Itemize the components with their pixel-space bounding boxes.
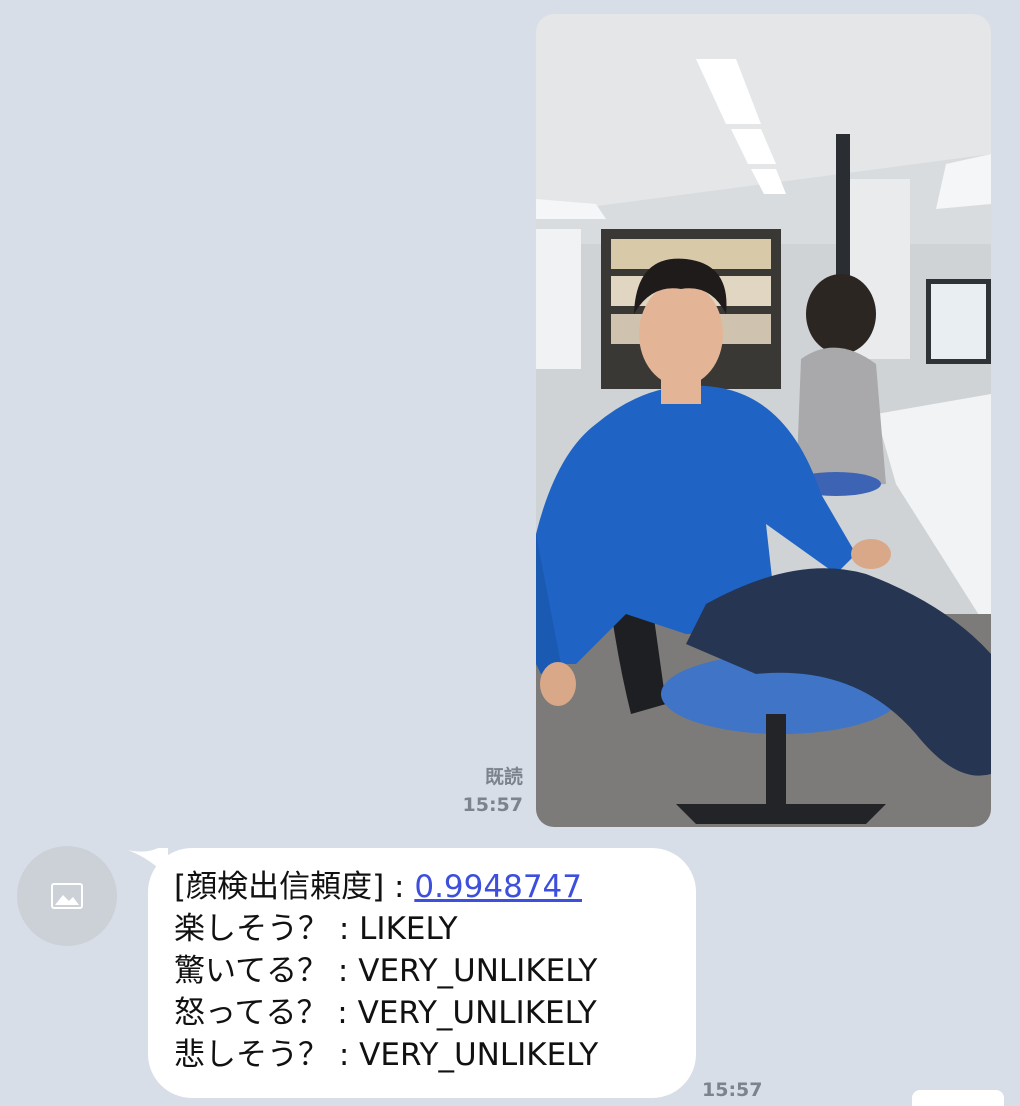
- sender-avatar[interactable]: [17, 846, 117, 946]
- anger-line: 怒ってる？ : VERY_UNLIKELY: [174, 992, 598, 1034]
- sent-photo-message[interactable]: [536, 14, 991, 827]
- outgoing-timestamp: 15:57: [462, 794, 523, 816]
- photo-image: [536, 14, 991, 827]
- incoming-timestamp: 15:57: [702, 1079, 763, 1101]
- outgoing-meta: 既読 15:57: [463, 763, 523, 819]
- chat-view: 既読 15:57 [顔検出信頼度] : 0.9948747 楽しそう？ : LI…: [0, 0, 1020, 1106]
- surprise-line: 驚いてる？ : VERY_UNLIKELY: [174, 950, 598, 992]
- scroll-to-bottom-chip[interactable]: [912, 1090, 1004, 1106]
- face-confidence-line: [顔検出信頼度] : 0.9948747: [174, 866, 598, 908]
- surprise-value: VERY_UNLIKELY: [358, 953, 598, 989]
- joy-label: 楽しそう？ :: [174, 911, 360, 947]
- sorrow-value: VERY_UNLIKELY: [359, 1037, 599, 1073]
- face-confidence-label: [顔検出信頼度] :: [174, 869, 415, 905]
- anger-label: 怒ってる？ :: [174, 995, 358, 1031]
- sorrow-label: 悲しそう？ :: [174, 1037, 360, 1073]
- joy-value: LIKELY: [359, 911, 458, 947]
- read-receipt: 既読: [484, 766, 523, 788]
- sorrow-line: 悲しそう？ : VERY_UNLIKELY: [174, 1034, 598, 1076]
- joy-line: 楽しそう？ : LIKELY: [174, 908, 598, 950]
- image-placeholder-icon: [51, 883, 83, 909]
- face-confidence-link[interactable]: 0.9948747: [414, 869, 582, 905]
- surprise-label: 驚いてる？ :: [174, 953, 359, 989]
- received-message-text: [顔検出信頼度] : 0.9948747 楽しそう？ : LIKELY 驚いてる…: [174, 866, 598, 1076]
- anger-value: VERY_UNLIKELY: [357, 995, 597, 1031]
